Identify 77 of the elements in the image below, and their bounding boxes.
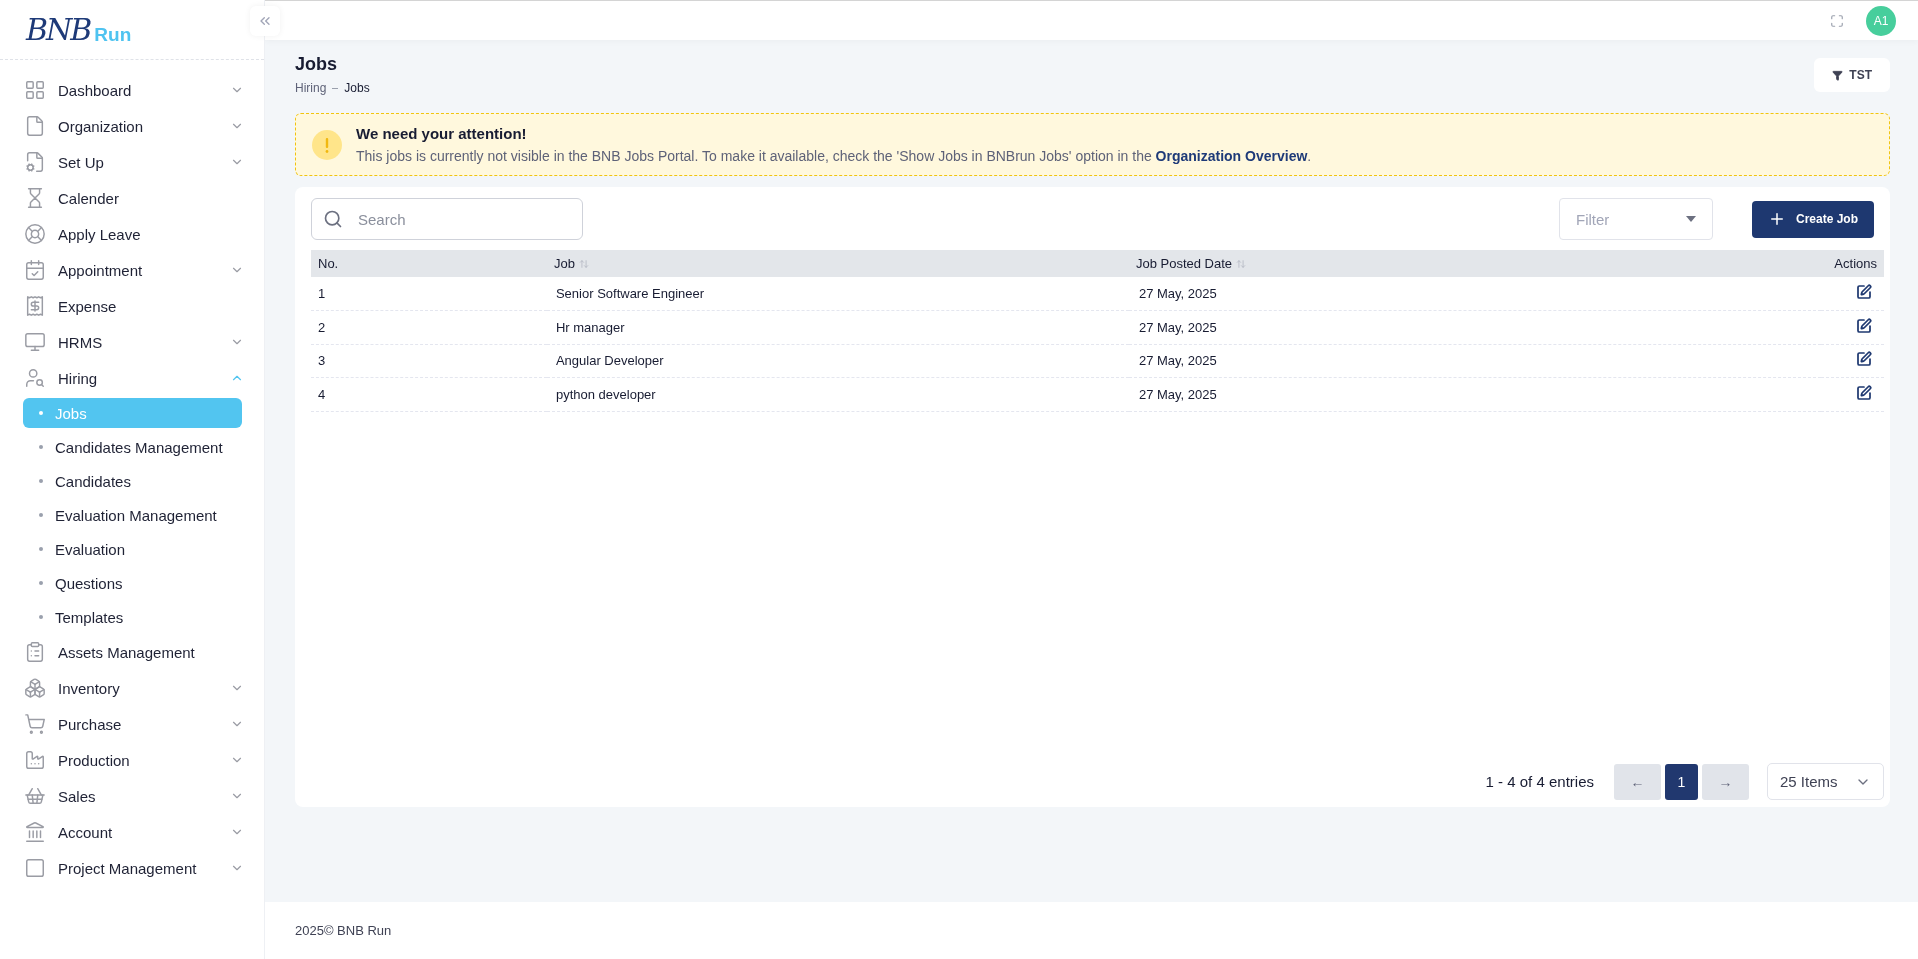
sidebar-item[interactable]: Assets Management [0, 634, 264, 670]
table-cell: python developer [546, 377, 1129, 411]
boxes-icon [24, 677, 46, 699]
create-job-button[interactable]: Create Job [1751, 200, 1874, 238]
square-icon [24, 857, 46, 879]
column-header: Actions [1821, 250, 1884, 277]
table-cell: Senior Software Engineer [546, 277, 1129, 311]
sidebar-item[interactable]: Project Management [0, 850, 264, 886]
entries-summary: 1 - 4 of 4 entries [1485, 773, 1594, 790]
grid-icon [24, 79, 46, 101]
factory-icon [24, 749, 46, 771]
previous-page-button[interactable]: ← [1614, 763, 1661, 800]
table-cell: Hr manager [546, 310, 1129, 344]
document-gear-icon [24, 151, 46, 173]
column-header[interactable]: Job [546, 250, 1129, 277]
sidebar-item[interactable]: Inventory [0, 670, 264, 706]
next-page-button[interactable]: → [1702, 763, 1749, 800]
search-field[interactable]: Search [311, 198, 583, 240]
sidebar-item[interactable]: Dashboard [0, 72, 264, 108]
table-cell: 1 [311, 277, 547, 311]
table-cell: 4 [311, 377, 547, 411]
filter-button[interactable]: TST [1814, 58, 1890, 92]
monitor-icon [24, 331, 46, 353]
submenu-item[interactable]: Candidates Management [23, 432, 242, 462]
sidebar-item[interactable]: Expense [0, 288, 264, 324]
organization-overview-link[interactable]: Organization Overview [1155, 148, 1308, 164]
page-size-dropdown[interactable]: 25 Items [1767, 763, 1884, 800]
sidebar-item[interactable]: Set Up [0, 144, 264, 180]
sidebar-item[interactable]: Account [0, 814, 264, 850]
receipt-icon [24, 295, 46, 317]
cart-icon [24, 713, 46, 735]
calendar-check-icon [24, 259, 46, 281]
person-search-icon [24, 367, 46, 389]
filter-icon [1832, 69, 1844, 81]
sidebar-item[interactable]: Purchase [0, 706, 264, 742]
submenu-item[interactable]: Questions [23, 568, 242, 598]
logo-text: Run [94, 23, 132, 46]
column-header[interactable]: Job Posted Date [1128, 250, 1822, 277]
lifebuoy-icon [24, 223, 46, 245]
edit-button[interactable] [1856, 284, 1872, 300]
table-cell: 2 [311, 310, 547, 344]
basket-icon [24, 785, 46, 807]
clipboard-icon [24, 641, 46, 663]
sidebar-item[interactable]: Apply Leave [0, 216, 264, 252]
document-icon [24, 115, 46, 137]
submenu-item[interactable]: Candidates [23, 466, 242, 496]
table-cell: 27 May, 2025 [1128, 377, 1822, 411]
sidebar-item[interactable]: Sales [0, 778, 264, 814]
edit-button[interactable] [1856, 351, 1872, 368]
table-cell: 27 May, 2025 [1128, 277, 1822, 311]
page-title: Jobs [295, 54, 338, 75]
sidebar-item[interactable]: Production [0, 742, 264, 778]
edit-button[interactable] [1856, 384, 1872, 401]
edit-button[interactable] [1856, 317, 1872, 334]
table-cell: 3 [311, 344, 547, 378]
breadcrumb-item: Jobs [344, 81, 370, 95]
table-cell: Angular Developer [546, 344, 1129, 378]
footer-text: 2025© BNB Run [295, 923, 392, 938]
bank-icon [24, 821, 46, 843]
submenu-item[interactable]: Evaluation Management [23, 500, 242, 530]
alert-message: This jobs is currently not visible in the BNB Jobs Portal. To make it available, check the 'Show Jobs in BNBrun Jobs' option in the Organization Overview. [356, 148, 1312, 164]
submenu-item[interactable]: Evaluation [23, 534, 242, 564]
logo-mark: BNB [26, 12, 91, 47]
table-cell: 27 May, 2025 [1128, 344, 1822, 378]
page-button[interactable]: 1 [1665, 763, 1698, 800]
submenu-item[interactable]: Templates [23, 602, 242, 632]
sidebar-item[interactable]: Appointment [0, 252, 264, 288]
sidebar-item[interactable]: Hiring [0, 360, 264, 396]
breadcrumb-item[interactable]: Hiring [295, 81, 327, 95]
warning-icon [312, 129, 342, 160]
sidebar-item[interactable]: HRMS [0, 324, 264, 360]
sidebar-item[interactable]: Calender [0, 180, 264, 216]
column-header: No. [311, 250, 547, 277]
table-cell: 27 May, 2025 [1128, 310, 1822, 344]
alert-title: We need your attention! [356, 125, 528, 142]
sidebar-item[interactable]: Organization [0, 108, 264, 144]
caret-icon [1685, 216, 1696, 222]
